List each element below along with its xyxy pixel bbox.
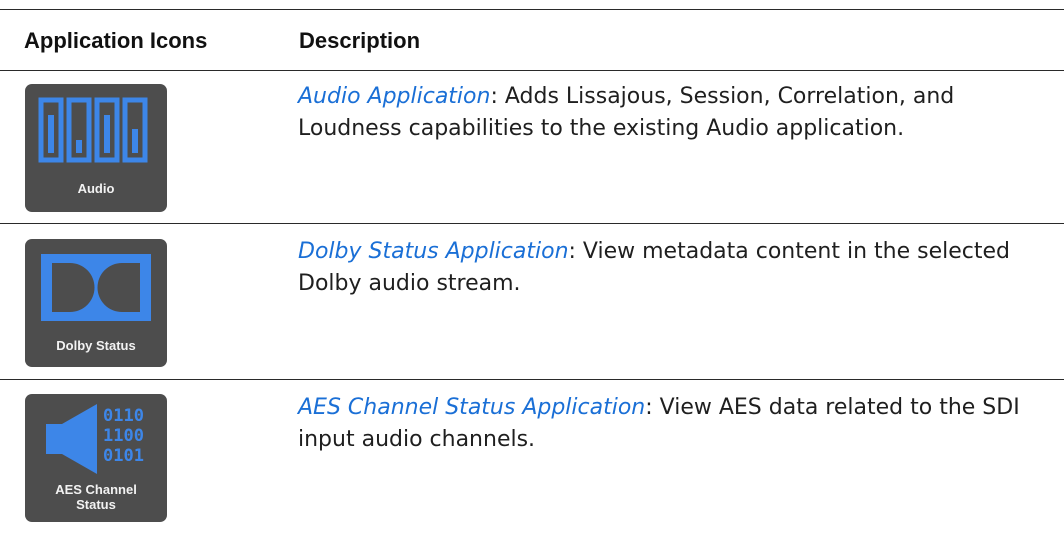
audio-app-icon[interactable]: Audio bbox=[25, 84, 167, 212]
aes-icon-caption-line-2: Status bbox=[76, 497, 116, 512]
audio-application-link[interactable]: Audio Application bbox=[298, 84, 490, 109]
table-header: Application Icons Description bbox=[0, 0, 1064, 70]
binary-line-3: 0101 bbox=[103, 446, 144, 466]
audio-icon-caption: Audio bbox=[77, 181, 115, 196]
dolby-icon-caption: Dolby Status bbox=[56, 338, 136, 353]
dolby-status-application-link[interactable]: Dolby Status Application bbox=[298, 239, 569, 264]
aes-description: AES Channel Status Application: View AES… bbox=[298, 392, 1038, 456]
table-row-aes-channel-status: 0110 1100 0101 AES Channel Status AES Ch… bbox=[0, 380, 1064, 550]
binary-line-1: 0110 bbox=[103, 406, 144, 426]
aes-channel-status-app-icon[interactable]: 0110 1100 0101 AES Channel Status bbox=[25, 394, 167, 522]
audio-description: Audio Application: Adds Lissajous, Sessi… bbox=[298, 81, 1038, 145]
aes-channel-status-application-link[interactable]: AES Channel Status Application bbox=[298, 395, 645, 420]
header-description: Description bbox=[299, 28, 421, 53]
dolby-description: Dolby Status Application: View metadata … bbox=[298, 236, 1038, 300]
aes-icon-caption-line-1: AES Channel bbox=[55, 482, 137, 497]
binary-line-2: 1100 bbox=[103, 426, 144, 446]
table-row-audio: Audio Audio Application: Adds Lissajous,… bbox=[0, 71, 1064, 223]
dolby-status-app-icon[interactable]: Dolby Status bbox=[25, 239, 167, 367]
table-row-dolby-status: Dolby Status Dolby Status Application: V… bbox=[0, 224, 1064, 379]
header-application-icons: Application Icons bbox=[24, 28, 208, 53]
